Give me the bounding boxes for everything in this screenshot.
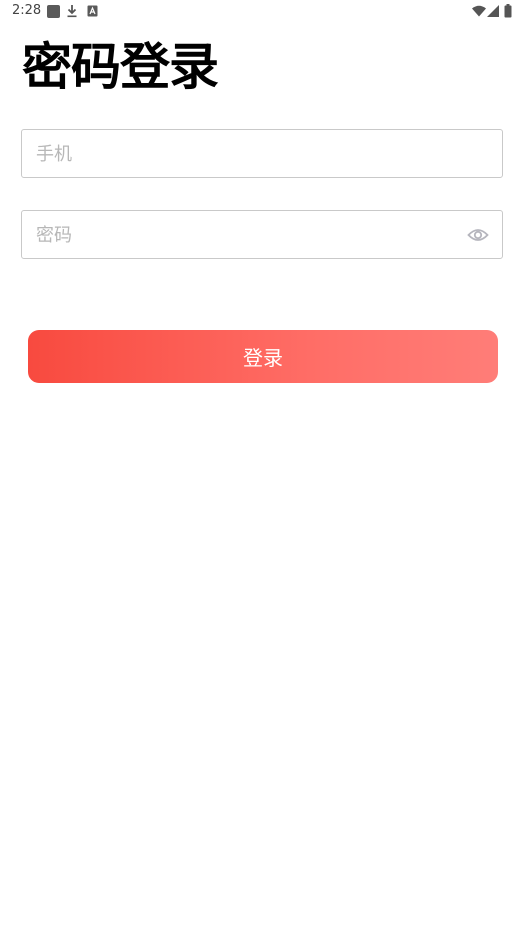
password-field[interactable]: [21, 210, 503, 260]
phone-field[interactable]: [21, 129, 503, 179]
password-input[interactable]: [36, 211, 456, 260]
a-badge-icon: [86, 4, 98, 18]
wifi-icon: [472, 4, 486, 18]
eye-icon[interactable]: [467, 226, 489, 244]
status-bar: 2:28: [0, 0, 525, 22]
battery-icon: [503, 4, 513, 18]
page-title: 密码登录: [22, 38, 219, 96]
notification-square-icon: [46, 4, 60, 18]
status-time: 2:28: [12, 3, 42, 18]
download-icon: [66, 4, 78, 18]
phone-input[interactable]: [36, 130, 491, 179]
login-button[interactable]: 登录: [28, 330, 498, 383]
signal-icon: [487, 4, 499, 18]
